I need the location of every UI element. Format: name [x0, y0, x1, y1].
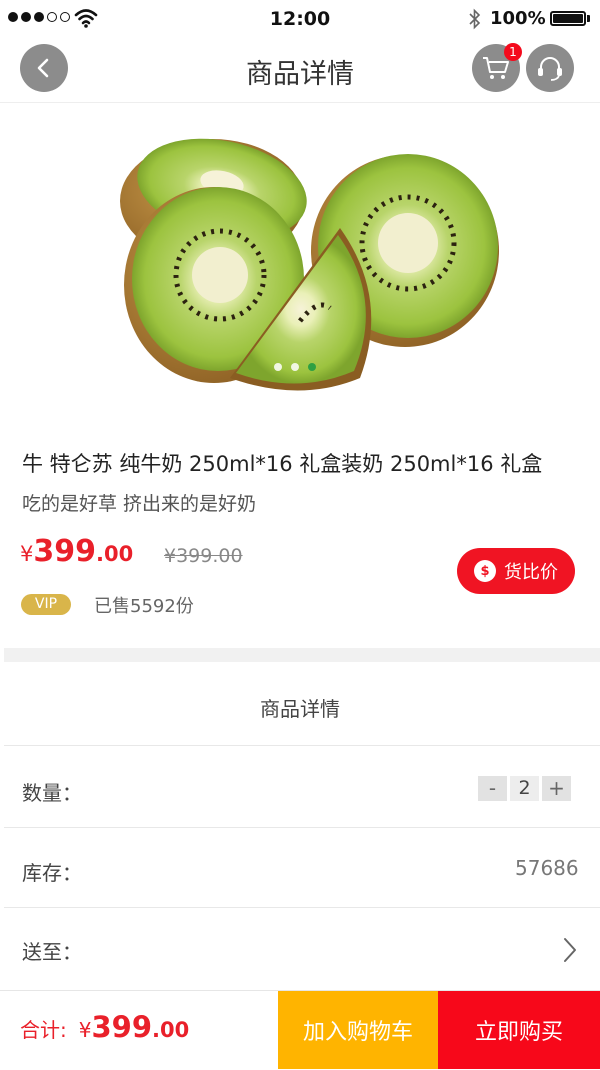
quantity-stepper: - 2 +	[478, 776, 571, 801]
price-decimal: .00	[96, 542, 134, 566]
total-integer: 399	[91, 1010, 153, 1044]
buy-now-button[interactable]: 立即购买	[438, 991, 600, 1069]
price-integer: 399	[33, 534, 96, 569]
row-divider	[4, 827, 600, 828]
dollar-coin-icon: $	[474, 560, 496, 582]
bluetooth-icon	[469, 8, 481, 30]
stock-value: 57686	[515, 856, 579, 880]
battery-icon	[550, 11, 586, 26]
customer-service-button[interactable]	[526, 44, 574, 92]
product-image-carousel[interactable]	[0, 103, 600, 433]
order-total: 合计: ¥399.00	[20, 1010, 189, 1044]
kiwi-fruit-image	[120, 138, 499, 391]
product-price: ¥399.00	[20, 534, 133, 569]
product-slogan: 吃的是好草 挤出来的是好奶	[22, 493, 257, 515]
product-name: 牛 特仑苏 纯牛奶 250ml*16 礼盒装奶 250ml*16 礼盒	[22, 452, 543, 476]
ship-to-label[interactable]: 送至：	[22, 936, 82, 965]
cart-badge: 1	[504, 43, 522, 61]
compare-price-label: 货比价	[504, 562, 558, 583]
original-price: ¥399.00	[164, 545, 243, 567]
quantity-plus-button[interactable]: +	[542, 776, 571, 801]
total-decimal: .00	[152, 1018, 190, 1042]
vip-badge: VIP	[21, 594, 71, 615]
price-currency: ¥	[20, 542, 34, 566]
row-divider	[4, 745, 600, 746]
section-divider	[4, 648, 600, 662]
battery-percent: 100%	[490, 8, 546, 29]
battery-tip	[587, 15, 590, 22]
details-section-title: 商品详情	[260, 697, 340, 721]
quantity-label: 数量：	[22, 781, 82, 805]
quantity-minus-button[interactable]: -	[478, 776, 507, 801]
pager-dot[interactable]	[291, 363, 299, 371]
stock-label: 库存：	[22, 861, 82, 885]
carousel-pager	[274, 363, 316, 371]
pager-dot[interactable]	[274, 363, 282, 371]
add-to-cart-button[interactable]: 加入购物车	[278, 991, 438, 1069]
quantity-value[interactable]: 2	[510, 776, 539, 801]
chevron-right-icon[interactable]	[561, 936, 579, 964]
row-divider	[4, 907, 600, 908]
headset-icon	[538, 57, 562, 81]
total-label: 合计:	[20, 1018, 67, 1042]
compare-price-button[interactable]: $ 货比价	[457, 548, 575, 594]
total-currency: ¥	[78, 1018, 92, 1042]
sold-count: 已售5592份	[94, 596, 194, 617]
pager-dot-active[interactable]	[308, 363, 316, 371]
